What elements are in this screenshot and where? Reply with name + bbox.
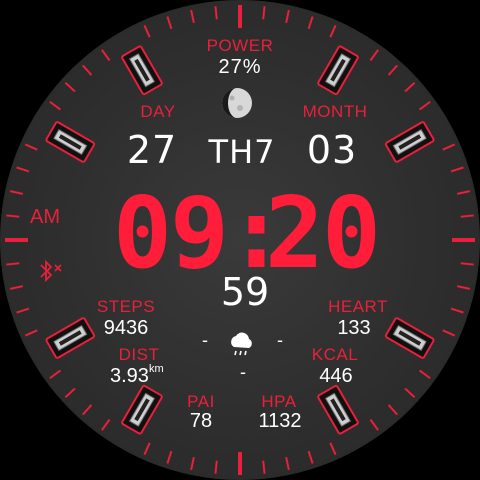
minute-tick: [9, 190, 24, 195]
month-label: MONTH: [302, 102, 368, 121]
bluetooth-disconnected-icon: [40, 259, 62, 283]
minute-tick: [64, 387, 76, 398]
minute-tick: [369, 419, 379, 431]
minute-tick: [24, 329, 38, 337]
minute-tick: [387, 64, 398, 76]
dist-label: DIST: [118, 345, 160, 364]
minute-tick: [285, 9, 290, 24]
minute-tick: [214, 460, 218, 474]
hpa-label: HPA: [261, 392, 297, 411]
minutes-value: 20: [265, 177, 381, 291]
hour-marker: [317, 45, 359, 96]
minute-tick: [262, 460, 266, 474]
kcal-label: KCAL: [311, 345, 359, 364]
kcal-value[interactable]: 446: [298, 365, 374, 388]
hour-marker: [121, 45, 163, 96]
minute-tick: [16, 166, 30, 173]
weather-left-temp: -: [202, 330, 208, 350]
power-label: POWER: [206, 36, 274, 55]
rain-cloud-icon[interactable]: [226, 330, 256, 360]
minute-tick: [16, 307, 30, 314]
day-value[interactable]: 27: [112, 128, 192, 172]
minute-tick: [143, 442, 151, 456]
minute-tick: [450, 307, 464, 314]
minute-tick: [190, 456, 195, 471]
minute-tick: [450, 166, 464, 173]
hour-marker: [45, 121, 96, 163]
hpa-value[interactable]: 1132: [244, 410, 316, 433]
time-separator: :: [227, 177, 286, 291]
minute-tick: [82, 64, 93, 76]
time-display[interactable]: 09:20: [76, 177, 416, 291]
pai-label: PAI: [187, 392, 215, 411]
moon-phase-icon: [222, 88, 252, 118]
minute-tick: [24, 143, 38, 151]
watch-face: POWER 27% DAY 27 TH7 MONTH 03 AM 09:20 5…: [0, 0, 480, 480]
minute-tick: [456, 285, 471, 290]
dist-value-group[interactable]: 3.93km: [110, 363, 200, 388]
pai-value[interactable]: 78: [166, 410, 236, 433]
heart-label: HEART: [328, 297, 388, 316]
minute-tick: [49, 101, 61, 111]
minute-tick: [262, 6, 266, 20]
minute-tick: [6, 214, 20, 218]
minute-tick: [329, 442, 337, 456]
minute-tick: [419, 369, 431, 379]
minute-tick: [82, 404, 93, 416]
minute-tick: [101, 49, 111, 61]
day-label: DAY: [140, 102, 176, 121]
hours-value: 09: [112, 177, 229, 291]
minute-tick: [166, 450, 173, 464]
weekday-value[interactable]: TH7: [192, 133, 292, 171]
minute-tick: [442, 143, 456, 151]
minute-tick: [404, 387, 416, 398]
weather-right-temp: -: [277, 330, 283, 350]
minute-tick: [456, 190, 471, 195]
minute-tick: [190, 9, 195, 24]
minute-tick: [9, 285, 24, 290]
minute-tick: [143, 24, 151, 38]
minute-tick: [166, 16, 173, 30]
heart-value[interactable]: 133: [314, 317, 394, 340]
ampm-indicator: AM: [30, 206, 60, 228]
steps-label: STEPS: [96, 297, 156, 316]
minute-tick: [307, 16, 314, 30]
minute-tick: [101, 419, 111, 431]
minute-tick: [460, 214, 474, 218]
minute-tick: [49, 369, 61, 379]
minute-tick: [419, 101, 431, 111]
minute-tick: [404, 82, 416, 93]
minute-tick: [387, 404, 398, 416]
minute-tick: [460, 262, 474, 266]
minute-tick: [307, 450, 314, 464]
seconds-value: 59: [220, 270, 270, 314]
weather-bottom-text: -: [240, 362, 246, 382]
hour-marker: [384, 121, 435, 163]
minute-tick: [442, 329, 456, 337]
minute-tick: [369, 49, 379, 61]
minute-tick: [6, 262, 20, 266]
minute-tick: [285, 456, 290, 471]
month-value[interactable]: 03: [292, 128, 372, 172]
hour-marker: [121, 384, 163, 435]
hour-marker: [317, 384, 359, 435]
power-value[interactable]: 27%: [190, 56, 290, 79]
dist-value: 3.93: [110, 365, 149, 387]
minute-tick: [214, 6, 218, 20]
dist-unit: km: [148, 363, 164, 375]
minute-tick: [64, 82, 76, 93]
steps-value[interactable]: 9436: [86, 317, 166, 340]
minute-tick: [329, 24, 337, 38]
